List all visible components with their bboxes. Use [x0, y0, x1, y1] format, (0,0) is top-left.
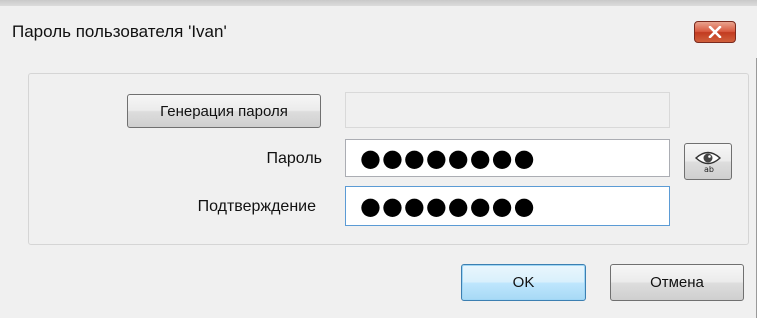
- svg-text:ab: ab: [704, 165, 714, 173]
- close-icon: [708, 26, 722, 38]
- ok-button[interactable]: OK: [461, 264, 586, 301]
- confirm-password-input[interactable]: ●●●●●●●●: [345, 186, 670, 226]
- close-button[interactable]: [694, 21, 736, 43]
- generated-password-field: [345, 92, 670, 128]
- password-input[interactable]: ●●●●●●●●: [345, 139, 670, 177]
- show-password-button[interactable]: ab: [684, 143, 732, 180]
- confirm-label: Подтверждение: [197, 198, 316, 215]
- password-dialog: Пароль пользователя 'Ivan' Генерация пар…: [0, 0, 757, 318]
- cancel-button[interactable]: Отмена: [610, 264, 744, 301]
- generate-password-button[interactable]: Генерация пароля: [127, 94, 321, 128]
- password-label: Пароль: [266, 150, 322, 167]
- title-bar: Пароль пользователя 'Ivan': [0, 6, 757, 58]
- window-title: Пароль пользователя 'Ivan': [12, 22, 227, 41]
- eye-icon: ab: [693, 147, 723, 177]
